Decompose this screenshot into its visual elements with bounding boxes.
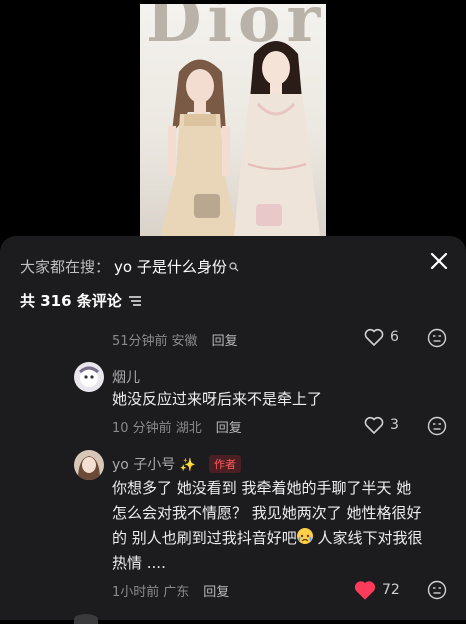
search-prefix: 大家都在搜：: [20, 258, 111, 276]
comment-text-fragment: 的 别人也刷到过我抖音好吧: [112, 529, 297, 547]
like-count: 72: [382, 582, 400, 598]
search-icon: [229, 261, 239, 271]
comment-count-label: 共 316 条评论: [20, 292, 122, 310]
crying-emoji-icon: [296, 528, 313, 544]
reply-button[interactable]: 回复: [212, 330, 238, 349]
reply-button[interactable]: 回复: [216, 417, 242, 436]
like-count: 6: [390, 329, 399, 345]
dislike-face-icon[interactable]: [427, 580, 447, 600]
comment-text-fragment: 人家线下对我很: [312, 529, 423, 547]
close-icon[interactable]: [428, 250, 450, 272]
video-player[interactable]: Dior: [0, 0, 466, 236]
comment-sheet: 大家都在搜： yo 子是什么身份 共 316 条评论 51分钟前 安徽 回复 6: [0, 236, 466, 620]
avatar-image: [79, 366, 99, 387]
comment-text-line: 的 别人也刷到过我抖音好吧 人家线下对我很: [112, 526, 462, 551]
search-term-link[interactable]: yo 子是什么身份: [114, 256, 227, 277]
comment-time: 10 分钟前: [112, 421, 172, 436]
heart-filled-icon: [354, 581, 376, 600]
dislike-face-icon[interactable]: [427, 328, 447, 348]
sort-icon: [128, 295, 141, 306]
person-right-image: [234, 41, 320, 236]
comment-count[interactable]: 共 316 条评论: [20, 290, 142, 311]
avatar[interactable]: [74, 450, 104, 480]
heart-icon: [364, 328, 384, 346]
like-button[interactable]: 6: [364, 328, 399, 346]
comment-text-line: 热情 ....: [112, 554, 166, 572]
comment-text: 你想多了 她没看到 我牵着她的手聊了半天 她 怎么会对我不情愿？ 我见她两次了 …: [112, 476, 462, 576]
comment-meta: 1小时前 广东 回复: [112, 581, 229, 600]
comment-username[interactable]: yo 子小号 ✨: [112, 454, 196, 474]
comment-text: 她没反应过来呀后来不是牵上了: [112, 390, 323, 408]
comment-meta: 51分钟前 安徽 回复: [112, 330, 238, 349]
sparkle-icon: ✨: [179, 458, 196, 473]
comment-location: 安徽: [171, 334, 198, 349]
search-suggestion[interactable]: 大家都在搜： yo 子是什么身份: [20, 256, 239, 277]
like-button[interactable]: 3: [364, 416, 399, 434]
comment-location: 广东: [163, 585, 190, 600]
comment-time: 1小时前: [112, 585, 160, 600]
next-avatar-peek: [74, 614, 98, 624]
username-text: yo 子小号: [112, 457, 176, 473]
heart-icon: [364, 416, 384, 434]
comment-username[interactable]: 烟儿: [112, 367, 140, 387]
comment-meta: 10 分钟前 湖北 回复: [112, 417, 242, 436]
avatar-image: [78, 456, 100, 480]
dislike-face-icon[interactable]: [427, 416, 447, 436]
reply-button[interactable]: 回复: [203, 581, 229, 600]
video-frame: Dior: [140, 4, 326, 236]
comment-location: 湖北: [175, 421, 202, 436]
author-badge: 作者: [209, 455, 241, 473]
comment-time: 51分钟前: [112, 334, 168, 349]
like-count: 3: [390, 417, 399, 433]
comment-text-line: 你想多了 她没看到 我牵着她的手聊了半天 她: [112, 479, 412, 497]
comment-text-line: 怎么会对我不情愿？ 我见她两次了 她性格很好: [112, 504, 422, 522]
like-button[interactable]: 72: [354, 580, 400, 600]
avatar[interactable]: [74, 362, 104, 392]
